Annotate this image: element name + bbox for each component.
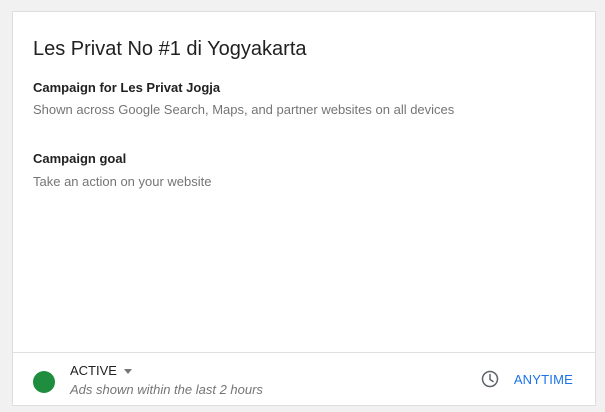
schedule-label: ANYTIME: [513, 371, 573, 387]
status-label: ACTIVE: [70, 363, 117, 378]
status-indicator-dot: [33, 371, 55, 393]
campaign-goal-description: Take an action on your website: [33, 174, 212, 189]
status-dropdown[interactable]: ACTIVE: [70, 363, 132, 378]
status-description: Ads shown within the last 2 hours: [70, 382, 263, 397]
campaign-name-description: Shown across Google Search, Maps, and pa…: [33, 102, 455, 117]
campaign-goal-label: Campaign goal: [33, 151, 127, 166]
campaign-card: Les Privat No #1 di Yogyakarta Campaign …: [12, 11, 596, 406]
campaign-footer: ACTIVE Ads shown within the last 2 hours…: [13, 352, 595, 405]
campaign-name-label: Campaign for Les Privat Jogja: [33, 80, 221, 95]
campaign-title: Les Privat No #1 di Yogyakarta: [33, 38, 307, 60]
dropdown-caret-icon: [123, 368, 132, 374]
clock-icon: [481, 370, 499, 388]
schedule-button[interactable]: ANYTIME: [481, 370, 573, 388]
